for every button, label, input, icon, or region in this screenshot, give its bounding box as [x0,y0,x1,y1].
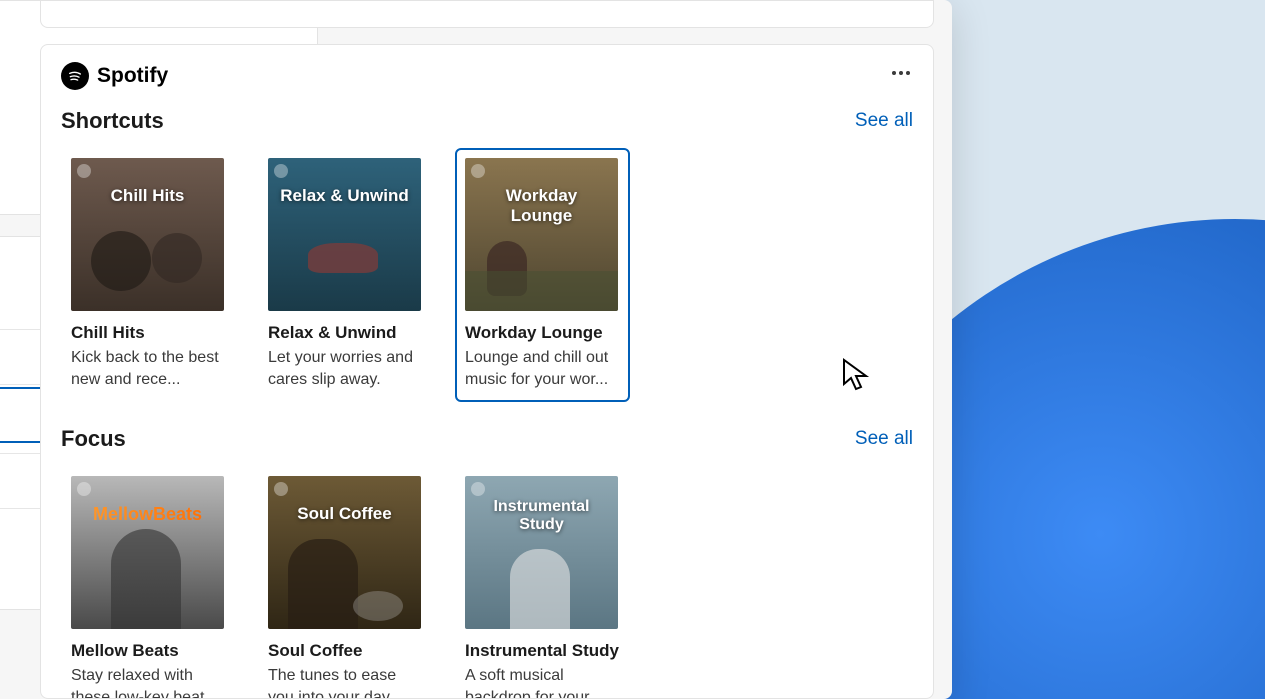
playlist-tile-soul-coffee[interactable]: Soul Coffee Soul Coffee The tunes to eas… [258,466,433,699]
playlist-title: Relax & Unwind [268,323,423,343]
playlist-description: Stay relaxed with these low-key beat [71,665,226,699]
cover-label: Relax & Unwind [268,186,421,206]
spotify-card: Spotify Shortcuts See all Chill Hits [40,44,934,699]
cover-label: MellowBeats [71,504,224,525]
playlist-title: Instrumental Study [465,641,620,661]
focus-title: Focus [61,426,126,452]
playlist-title: Soul Coffee [268,641,423,661]
playlist-cover: MellowBeats [71,476,224,629]
playlist-tile-chill-hits[interactable]: Chill Hits Chill Hits Kick back to the b… [61,148,236,402]
upper-card-edge [40,0,934,28]
focus-window: kip break focus session n product naming [0,0,952,699]
playlist-title: Chill Hits [71,323,226,343]
focus-section-header: Focus See all [61,426,913,452]
playlist-title: Workday Lounge [465,323,620,343]
playlist-cover: Instrumental Study [465,476,618,629]
playlist-cover: Soul Coffee [268,476,421,629]
spotify-brand: Spotify [61,62,168,90]
shortcuts-title: Shortcuts [61,108,164,134]
cover-label: Soul Coffee [268,504,421,524]
cover-label: Chill Hits [71,186,224,206]
playlist-cover: Workday Lounge [465,158,618,311]
playlist-description: Lounge and chill out music for your wor.… [465,347,620,390]
shortcuts-section-header: Shortcuts See all [61,108,913,134]
playlist-description: Let your worries and cares slip away. [268,347,423,390]
playlist-tile-mellow-beats[interactable]: MellowBeats Mellow Beats Stay relaxed wi… [61,466,236,699]
playlist-description: Kick back to the best new and rece... [71,347,226,390]
playlist-description: The tunes to ease you into your day [268,665,423,699]
playlist-tile-relax-unwind[interactable]: Relax & Unwind Relax & Unwind Let your w… [258,148,433,402]
cover-label: Instrumental Study [465,498,618,534]
spotify-brand-label: Spotify [97,64,168,88]
shortcuts-row: Chill Hits Chill Hits Kick back to the b… [61,148,913,402]
spotify-more-icon[interactable] [889,61,913,90]
spotify-logo-icon [61,62,89,90]
focus-row: MellowBeats Mellow Beats Stay relaxed wi… [61,466,913,699]
playlist-cover: Chill Hits [71,158,224,311]
focus-see-all-link[interactable]: See all [855,428,913,450]
playlist-tile-instrumental-study[interactable]: Instrumental Study Instrumental Study A … [455,466,630,699]
playlist-description: A soft musical backdrop for your [465,665,620,699]
shortcuts-see-all-link[interactable]: See all [855,110,913,132]
playlist-cover: Relax & Unwind [268,158,421,311]
right-column: Spotify Shortcuts See all Chill Hits [40,0,952,699]
cover-label: Workday Lounge [465,186,618,226]
playlist-title: Mellow Beats [71,641,226,661]
left-column: kip break focus session n product naming [0,0,40,699]
playlist-tile-workday-lounge[interactable]: Workday Lounge Workday Lounge Lounge and… [455,148,630,402]
spotify-header: Spotify [61,61,913,90]
